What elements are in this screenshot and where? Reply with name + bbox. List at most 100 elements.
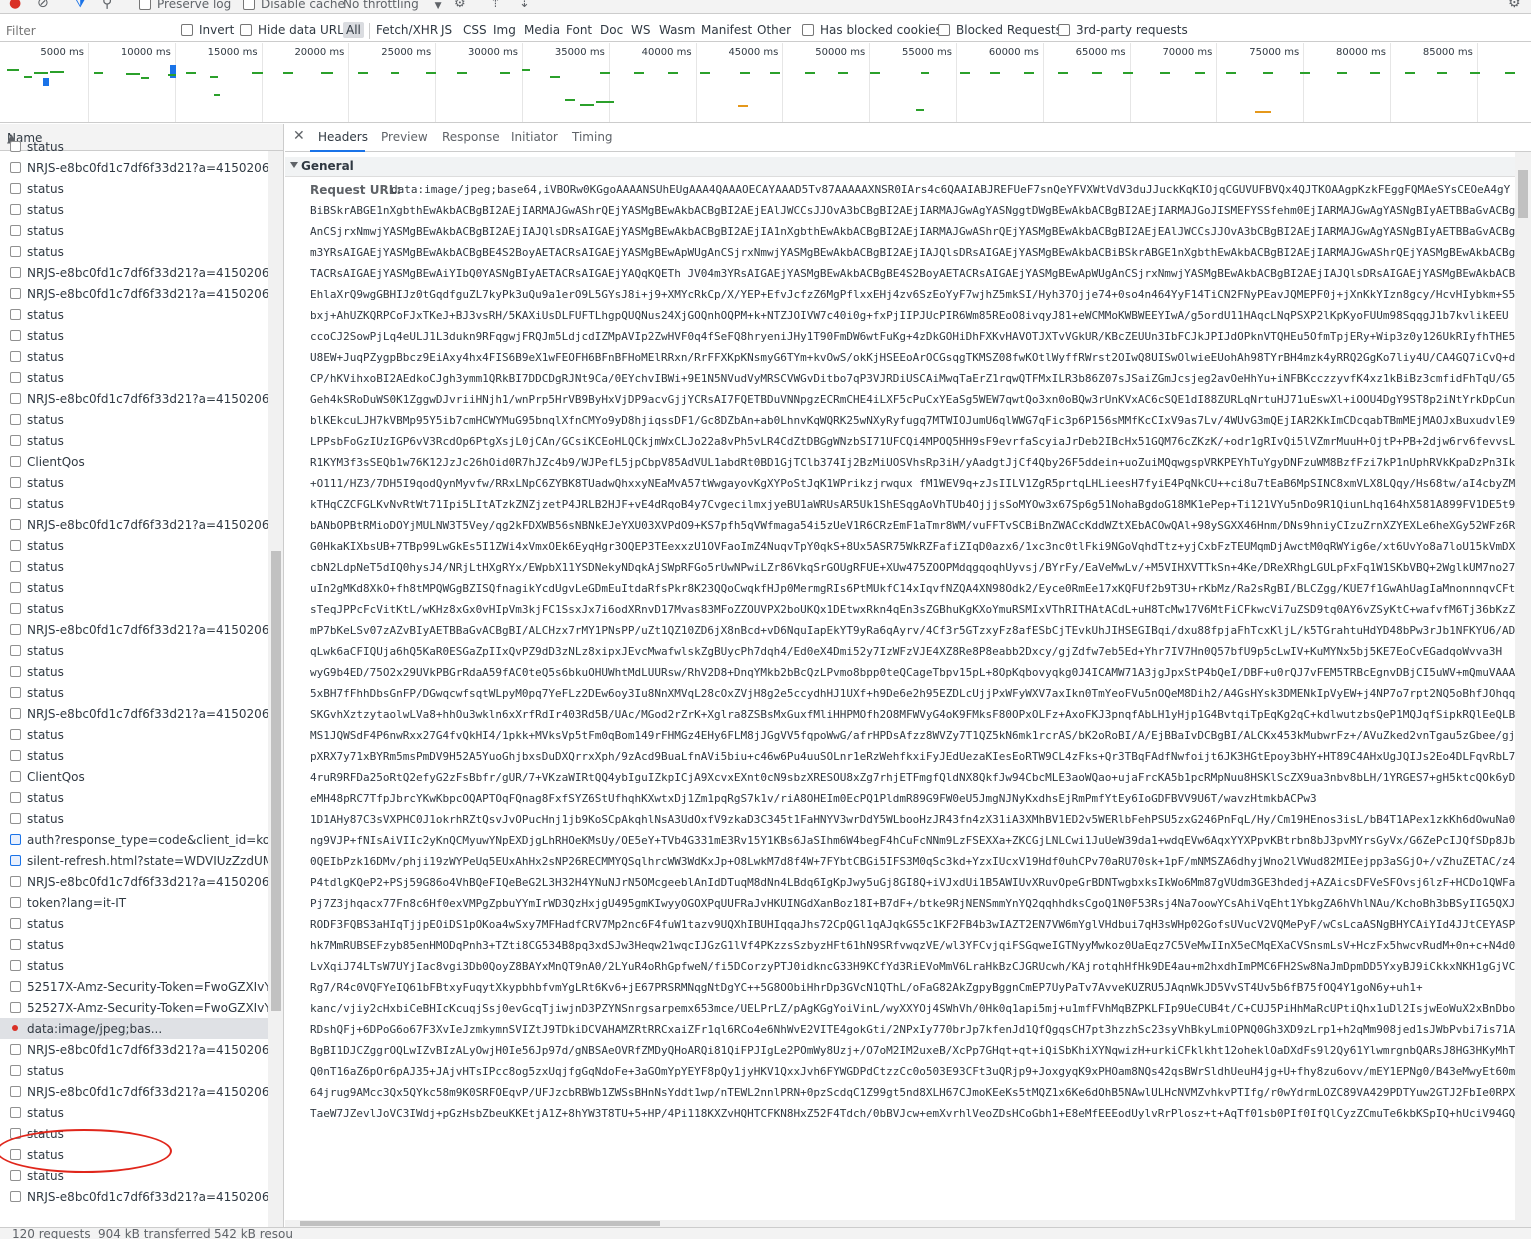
details-scrollbar[interactable]	[1515, 152, 1531, 1227]
table-row[interactable]: status	[0, 787, 268, 808]
table-row[interactable]: 52517X-Amz-Security-Token=FwoGZXIvYXdzE	[0, 976, 268, 997]
table-row[interactable]: status	[0, 409, 268, 430]
table-row-selected[interactable]: data:image/jpeg;bas...	[0, 1018, 268, 1039]
table-row[interactable]: auth?response_type=code&client_id=kong-i…	[0, 829, 268, 850]
type-filter-media[interactable]: Media	[521, 22, 563, 38]
table-row[interactable]: status	[0, 178, 268, 199]
table-row[interactable]: NRJS-e8bc0fd1c7df6f33d21?a=41502060&sa	[0, 1039, 268, 1060]
table-row[interactable]: status	[0, 367, 268, 388]
type-filter-manifest[interactable]: Manifest	[698, 22, 755, 38]
xhr-type-icon	[10, 477, 21, 488]
invert-checkbox[interactable]: Invert	[181, 23, 234, 37]
type-filter-font[interactable]: Font	[563, 22, 595, 38]
table-row[interactable]: token?lang=it-IT	[0, 892, 268, 913]
table-row[interactable]: status	[0, 346, 268, 367]
tab-initiator[interactable]: Initiator	[511, 130, 558, 144]
tab-preview[interactable]: Preview	[381, 130, 428, 144]
request-name: status	[27, 644, 64, 658]
table-row[interactable]: status	[0, 955, 268, 976]
table-row[interactable]: NRJS-e8bc0fd1c7df6f33d21?a=41502060&sa	[0, 262, 268, 283]
tab-timing[interactable]: Timing	[572, 130, 613, 144]
table-row[interactable]: status	[0, 430, 268, 451]
table-row[interactable]: status	[0, 325, 268, 346]
table-row[interactable]: status	[0, 808, 268, 829]
table-row[interactable]: status	[0, 493, 268, 514]
table-row[interactable]: status	[0, 682, 268, 703]
table-row[interactable]: status	[0, 934, 268, 955]
type-filter-ws[interactable]: WS	[628, 22, 653, 38]
timeline-overview[interactable]: 5000 ms 10000 ms 15000 ms 20000 ms 25000 ms 3…	[0, 43, 1531, 123]
type-filter-all[interactable]: All	[343, 22, 364, 38]
details-scrollbar-thumb[interactable]	[1518, 170, 1528, 218]
import-har-icon[interactable]: ⇡	[490, 0, 501, 11]
type-filter-doc[interactable]: Doc	[597, 22, 626, 38]
table-row[interactable]: ClientQos	[0, 451, 268, 472]
table-row[interactable]: 52527X-Amz-Security-Token=FwoGZXIvYXdzE	[0, 997, 268, 1018]
table-row[interactable]: NRJS-e8bc0fd1c7df6f33d21?a=41502060&sa	[0, 157, 268, 178]
general-section-title: General	[301, 159, 354, 173]
table-row[interactable]: status	[0, 1060, 268, 1081]
request-url-line: Q0nT16aZ6pOr6pAJ35+JAjvHTsIPcc8og5zxUqjf…	[310, 1065, 1515, 1078]
table-row[interactable]: status	[0, 535, 268, 556]
table-row[interactable]: status	[0, 136, 268, 157]
blocked-requests-checkbox[interactable]: Blocked Requests	[938, 23, 1062, 37]
table-row[interactable]: status	[0, 1102, 268, 1123]
table-row[interactable]: NRJS-e8bc0fd1c7df6f33d21?a=41502060&sa	[0, 619, 268, 640]
table-row[interactable]: NRJS-e8bc0fd1c7df6f33d21?a=41502060&sa	[0, 1081, 268, 1102]
throttling-select[interactable]: No throttling ▼	[343, 0, 442, 11]
tab-response[interactable]: Response	[442, 130, 500, 144]
request-name: status	[27, 245, 64, 259]
timeline-request-bar	[740, 72, 750, 74]
type-filter-js[interactable]: JS	[438, 22, 455, 38]
table-row[interactable]: NRJS-e8bc0fd1c7df6f33d21?a=41502060&sa	[0, 388, 268, 409]
has-blocked-cookies-checkbox[interactable]: Has blocked cookies	[802, 23, 942, 37]
details-horizontal-scrollbar-thumb[interactable]	[300, 1221, 660, 1226]
list-scrollbar[interactable]	[268, 151, 283, 1227]
export-har-icon[interactable]: ⇣	[519, 0, 530, 11]
table-row[interactable]: NRJS-e8bc0fd1c7df6f33d21?a=41502060&sa	[0, 703, 268, 724]
type-filter-wasm[interactable]: Wasm	[656, 22, 698, 38]
type-filter-css[interactable]: CSS	[460, 22, 490, 38]
network-conditions-icon[interactable]: ⚙	[454, 0, 466, 11]
third-party-requests-checkbox[interactable]: 3rd-party requests	[1058, 23, 1188, 37]
type-filter-other[interactable]: Other	[754, 22, 794, 38]
table-row[interactable]: status	[0, 577, 268, 598]
xhr-type-icon	[10, 414, 21, 425]
hide-data-urls-checkbox[interactable]: Hide data URLs	[240, 23, 350, 37]
settings-gear-icon[interactable]: ⚙	[1508, 0, 1521, 11]
table-row[interactable]: status	[0, 472, 268, 493]
table-row[interactable]: status	[0, 241, 268, 262]
table-row[interactable]: ClientQos	[0, 766, 268, 787]
list-scrollbar-thumb[interactable]	[271, 551, 281, 1011]
table-row[interactable]: status	[0, 199, 268, 220]
type-filter-fetch-xhr[interactable]: Fetch/XHR	[373, 22, 441, 38]
timeline-tick-label: 65000 ms	[1075, 47, 1126, 58]
table-row[interactable]: status	[0, 745, 268, 766]
clear-icon[interactable]: ⊘	[37, 0, 49, 11]
search-icon[interactable]: ⚲	[102, 0, 112, 11]
table-row[interactable]: status	[0, 913, 268, 934]
table-row[interactable]: NRJS-e8bc0fd1c7df6f33d21?a=41502060&sa	[0, 871, 268, 892]
table-row[interactable]: status	[0, 220, 268, 241]
table-row[interactable]: NRJS-e8bc0fd1c7df6f33d21?a=41502060&sa	[0, 514, 268, 535]
table-row[interactable]: status	[0, 724, 268, 745]
type-filter-img[interactable]: Img	[490, 22, 519, 38]
request-name: NRJS-e8bc0fd1c7df6f33d21?a=41502060&sa	[27, 161, 268, 175]
table-row[interactable]: NRJS-e8bc0fd1c7df6f33d21?a=41502060&sa	[0, 1186, 268, 1207]
table-row[interactable]: status	[0, 304, 268, 325]
table-row[interactable]: status	[0, 556, 268, 577]
general-section-header[interactable]: General	[285, 157, 1515, 177]
disable-cache-checkbox[interactable]: Disable cache	[243, 0, 345, 11]
table-row[interactable]: status	[0, 661, 268, 682]
tab-headers[interactable]: Headers	[318, 130, 368, 144]
table-row[interactable]: silent-refresh.html?state=WDVIUzZzdUMtSk…	[0, 850, 268, 871]
filter-icon[interactable]: ⧩	[74, 0, 87, 11]
table-row[interactable]: status	[0, 640, 268, 661]
close-icon[interactable]: ✕	[293, 128, 305, 144]
preserve-log-checkbox[interactable]: Preserve log	[139, 0, 231, 11]
details-horizontal-scrollbar[interactable]	[285, 1220, 1515, 1227]
filter-input[interactable]	[6, 22, 168, 40]
record-icon[interactable]: ●	[9, 0, 21, 11]
table-row[interactable]: NRJS-e8bc0fd1c7df6f33d21?a=41502060&sa	[0, 283, 268, 304]
table-row[interactable]: status	[0, 598, 268, 619]
